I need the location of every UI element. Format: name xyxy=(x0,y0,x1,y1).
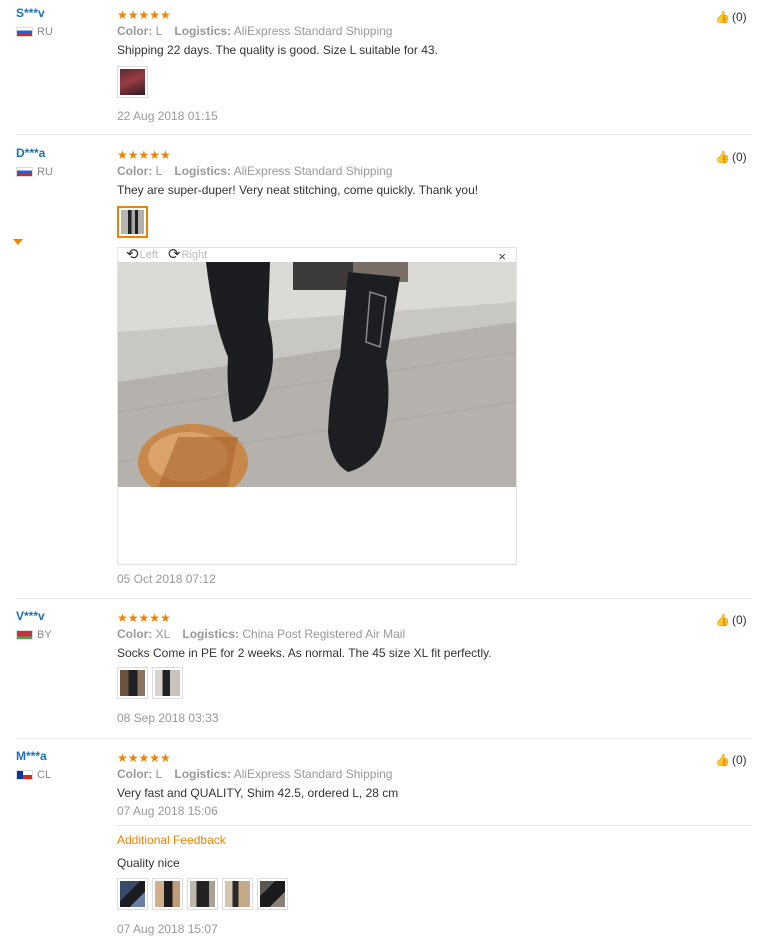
order-info: Color: XL Logistics: China Post Registere… xyxy=(117,627,406,641)
order-info: Color: L Logistics: AliExpress Standard S… xyxy=(117,164,393,178)
additional-feedback-date: 07 Aug 2018 15:07 xyxy=(117,922,218,936)
thumb-pointer xyxy=(13,239,23,245)
thumbs-up-icon: 👍 xyxy=(715,613,730,627)
additional-feedback-label: Additional Feedback xyxy=(117,833,226,847)
review-photo-thumb-selected[interactable] xyxy=(117,206,148,238)
enlarged-review-photo xyxy=(118,262,516,487)
rating-stars: ★★★★★ xyxy=(117,751,171,765)
flag-cl-icon xyxy=(16,770,33,780)
reviewer-country: RU xyxy=(16,26,53,38)
review-text: Shipping 22 days. The quality is good. S… xyxy=(117,43,438,57)
review-date: 07 Aug 2018 15:06 xyxy=(117,804,218,818)
additional-feedback-text: Quality nice xyxy=(117,856,180,870)
flag-by-icon xyxy=(16,630,33,640)
helpful-button[interactable]: 👍 (0) xyxy=(715,10,747,24)
flag-ru-icon xyxy=(16,167,33,177)
thumbs-up-icon: 👍 xyxy=(715,150,730,164)
divider xyxy=(117,825,752,826)
rotate-right-icon: ⟳ xyxy=(167,246,181,263)
review-text: They are super-duper! Very neat stitchin… xyxy=(117,183,479,197)
order-info: Color: L Logistics: AliExpress Standard S… xyxy=(117,767,393,781)
reviewer-country: RU xyxy=(16,166,53,178)
review-photo-thumb[interactable] xyxy=(222,878,253,910)
rotate-left-button[interactable]: ⟲ Left xyxy=(126,246,158,263)
divider xyxy=(16,738,752,739)
reviewer-name[interactable]: M***a xyxy=(16,749,47,763)
review-photo-thumb[interactable] xyxy=(152,667,183,699)
rating-stars: ★★★★★ xyxy=(117,148,171,162)
reviewer-country: BY xyxy=(16,629,52,641)
review-date: 22 Aug 2018 01:15 xyxy=(117,109,218,123)
review-date: 05 Oct 2018 07:12 xyxy=(117,572,216,586)
helpful-button[interactable]: 👍 (0) xyxy=(715,753,747,767)
thumbs-up-icon: 👍 xyxy=(715,10,730,24)
rotate-left-icon: ⟲ xyxy=(126,246,139,263)
review-photo-thumb[interactable] xyxy=(152,878,183,910)
helpful-button[interactable]: 👍 (0) xyxy=(715,613,747,627)
review-date: 08 Sep 2018 03:33 xyxy=(117,711,219,725)
rotate-right-button[interactable]: ⟳ Right xyxy=(167,246,207,263)
review-3: V***v BY ★★★★★ Color: XL Logistics: China… xyxy=(0,609,761,734)
review-1: S***v RU ★★★★★ Color: L Logistics: AliExp… xyxy=(0,6,761,126)
helpful-button[interactable]: 👍 (0) xyxy=(715,150,747,164)
review-text: Very fast and QUALITY, Shim 42.5, ordere… xyxy=(117,786,399,800)
divider xyxy=(16,134,752,135)
reviewer-name[interactable]: S***v xyxy=(16,6,45,20)
review-photo-thumb[interactable] xyxy=(187,878,218,910)
reviewer-name[interactable]: V***v xyxy=(16,609,45,623)
flag-ru-icon xyxy=(16,27,33,37)
photo-viewer: ⟲ Left ⟳ Right × xyxy=(117,247,517,565)
review-text: Socks Come in PE for 2 weeks. As normal.… xyxy=(117,646,492,660)
order-info: Color: L Logistics: AliExpress Standard S… xyxy=(117,24,393,38)
review-photo-thumb[interactable] xyxy=(257,878,288,910)
review-photo-thumb[interactable] xyxy=(117,667,148,699)
rating-stars: ★★★★★ xyxy=(117,8,171,22)
review-photo-thumb[interactable] xyxy=(117,66,148,98)
review-4: M***a CL ★★★★★ Color: L Logistics: AliExp… xyxy=(0,749,761,943)
reviewer-country: CL xyxy=(16,769,51,781)
divider xyxy=(16,598,752,599)
rating-stars: ★★★★★ xyxy=(117,611,171,625)
thumbs-up-icon: 👍 xyxy=(715,753,730,767)
review-photo-thumb[interactable] xyxy=(117,878,148,910)
reviewer-name[interactable]: D***a xyxy=(16,146,45,160)
